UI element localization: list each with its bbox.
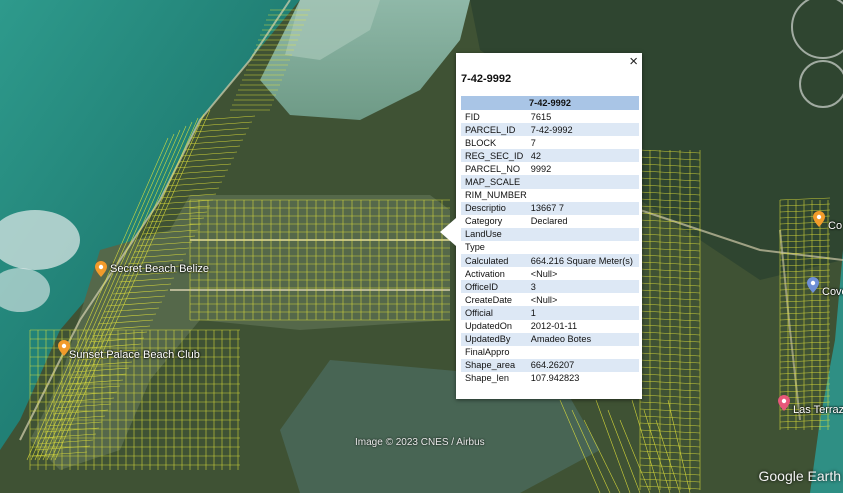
parcel-info-balloon: × 7-42-9992 7-42-9992 FID 7615 PARCEL_ID 7-… bbox=[440, 53, 642, 399]
attribute-table: 7-42-9992 FID 7615 PARCEL_ID 7-42-9992 BLOCK… bbox=[461, 96, 639, 385]
table-row: Shape_len 107.942823 bbox=[461, 372, 639, 385]
table-header: 7-42-9992 bbox=[461, 96, 639, 110]
field-value: <Null> bbox=[530, 294, 558, 305]
field-value bbox=[527, 241, 639, 254]
field-name: Shape_area bbox=[461, 358, 527, 372]
field-value bbox=[527, 189, 639, 202]
poi-secret-beach[interactable]: Secret Beach Belize bbox=[95, 261, 209, 277]
table-row: Category Declared bbox=[461, 215, 639, 228]
table-row: Descriptio 13667 7 bbox=[461, 201, 639, 215]
table-row: LandUse bbox=[461, 227, 639, 241]
table-row: FID 7615 bbox=[461, 110, 639, 123]
place-pin-icon bbox=[58, 340, 70, 356]
table-row: RIM_NUMBER bbox=[461, 189, 639, 202]
field-name: UpdatedOn bbox=[465, 321, 512, 332]
poi-co[interactable]: Co bbox=[813, 206, 842, 232]
balloon-title: 7-42-9992 bbox=[461, 73, 512, 85]
field-name: UpdatedBy bbox=[461, 332, 527, 346]
poi-label: Co bbox=[828, 220, 843, 232]
field-name: REG_SEC_ID bbox=[461, 149, 527, 163]
field-name: Descriptio bbox=[461, 201, 527, 215]
brand-logo: Google Earth bbox=[758, 468, 842, 484]
table-row: OfficeID 3 bbox=[461, 280, 639, 294]
field-value: 2012-01-11 bbox=[530, 321, 578, 332]
field-name: CreateDate bbox=[465, 294, 512, 305]
place-pin-icon bbox=[813, 211, 825, 227]
field-value bbox=[526, 227, 639, 241]
poi-label: Sunset Palace Beach Club bbox=[69, 349, 200, 361]
table-row: BLOCK 7 bbox=[461, 136, 639, 149]
field-value: Amadeo Botes bbox=[526, 332, 639, 346]
field-name: LandUse bbox=[461, 227, 527, 241]
field-name: MAP_SCALE bbox=[461, 175, 527, 189]
field-name: Category bbox=[465, 216, 503, 227]
table-row: CreateDate <Null> bbox=[461, 293, 639, 306]
table-row: Official 1 bbox=[461, 306, 639, 320]
field-name: Type bbox=[465, 242, 485, 253]
field-value: Declared bbox=[530, 216, 568, 227]
field-value: 42 bbox=[526, 149, 639, 163]
table-row: UpdatedBy Amadeo Botes bbox=[461, 332, 639, 346]
field-value: 3 bbox=[526, 280, 639, 294]
field-value bbox=[527, 346, 639, 359]
field-value: 1 bbox=[526, 306, 639, 320]
field-value: 7 bbox=[530, 137, 536, 148]
field-value: 7615 bbox=[530, 111, 552, 122]
field-name: PARCEL_ID bbox=[461, 123, 527, 137]
field-value: <Null> bbox=[530, 268, 558, 279]
table-row: MAP_SCALE bbox=[461, 175, 639, 189]
table-row: PARCEL_ID 7-42-9992 bbox=[461, 123, 639, 137]
look-control[interactable] bbox=[799, 60, 843, 108]
field-value: 7-42-9992 bbox=[526, 123, 639, 137]
poi-las-terrazas[interactable]: Las Terraz bbox=[778, 390, 843, 416]
table-row: UpdatedOn 2012-01-11 bbox=[461, 320, 639, 333]
poi-label: Cove bbox=[822, 286, 843, 298]
table-row: PARCEL_NO 9992 bbox=[461, 162, 639, 175]
table-row: Calculated 664.216 Square Meter(s) bbox=[461, 254, 639, 268]
satellite-map[interactable] bbox=[0, 0, 843, 493]
table-row: Activation <Null> bbox=[461, 267, 639, 280]
field-name: Activation bbox=[465, 268, 505, 279]
field-value: 13667 7 bbox=[526, 201, 639, 215]
field-name: FinalAppro bbox=[465, 347, 510, 358]
table-row: FinalAppro bbox=[461, 346, 639, 359]
table-row: REG_SEC_ID 42 bbox=[461, 149, 639, 163]
field-name: FID bbox=[465, 111, 480, 122]
close-icon[interactable]: × bbox=[629, 54, 638, 70]
field-name: OfficeID bbox=[461, 280, 527, 294]
field-value: 664.26207 bbox=[526, 358, 639, 372]
poi-label: Las Terraz bbox=[793, 404, 843, 416]
place-pin-icon bbox=[778, 395, 790, 411]
field-name: BLOCK bbox=[465, 137, 497, 148]
poi-label: Secret Beach Belize bbox=[110, 263, 210, 275]
field-name: Shape_len bbox=[465, 373, 509, 384]
poi-sunset-palace[interactable]: Sunset Palace Beach Club bbox=[58, 335, 200, 361]
imagery-credit: Image © 2023 CNES / Airbus bbox=[355, 437, 485, 448]
place-pin-icon bbox=[95, 261, 107, 277]
balloon-pointer bbox=[440, 218, 456, 246]
table-row: Shape_area 664.26207 bbox=[461, 358, 639, 372]
place-pin-icon bbox=[807, 277, 819, 293]
field-name: RIM_NUMBER bbox=[465, 190, 527, 201]
field-name: PARCEL_NO bbox=[465, 163, 520, 174]
field-value: 107.942823 bbox=[530, 373, 580, 384]
table-row: Type bbox=[461, 241, 639, 254]
poi-cove[interactable]: Cove bbox=[807, 272, 843, 298]
field-value bbox=[526, 175, 639, 189]
field-value: 664.216 Square Meter(s) bbox=[526, 254, 639, 268]
field-name: Official bbox=[461, 306, 527, 320]
field-name: Calculated bbox=[461, 254, 527, 268]
field-value: 9992 bbox=[530, 163, 552, 174]
